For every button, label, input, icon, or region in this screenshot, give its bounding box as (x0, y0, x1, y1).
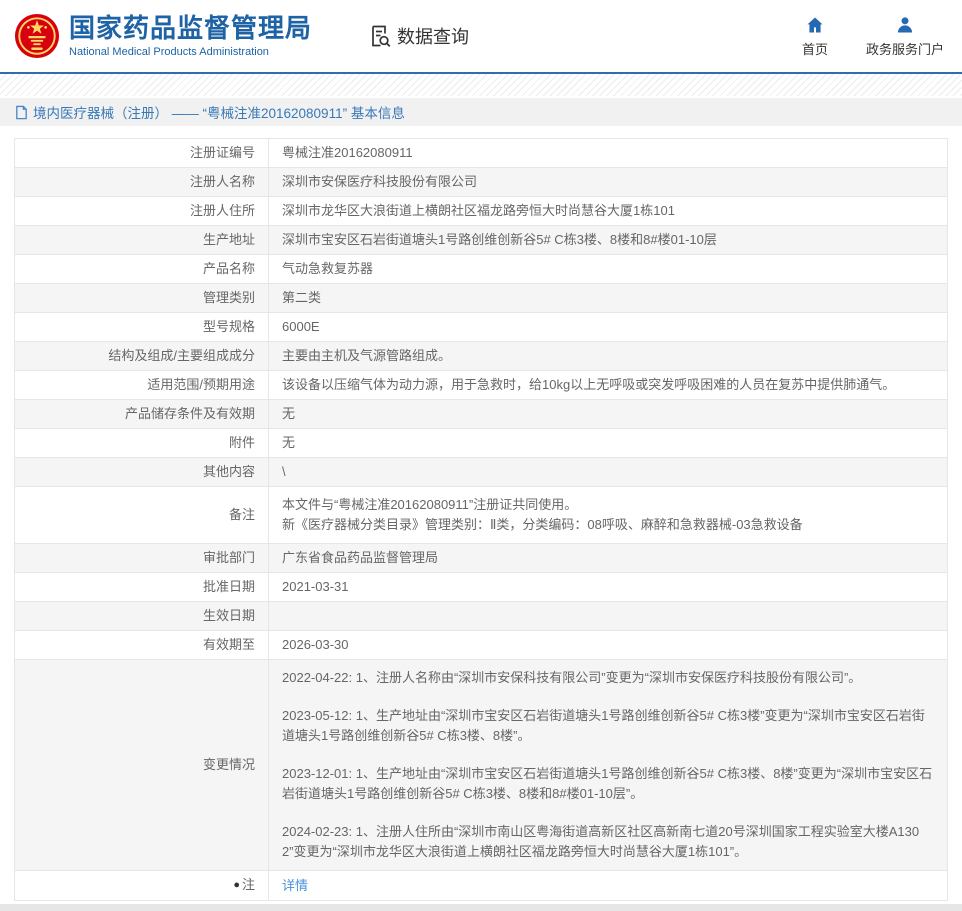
document-icon (16, 105, 27, 119)
row-label: 审批部门 (14, 543, 269, 573)
remark-line: 本文件与“粤械注准20162080911”注册证共同使用。 (282, 497, 578, 512)
row-label: ● 注 (14, 870, 269, 901)
nav-gov-portal[interactable]: 政务服务门户 (866, 15, 944, 58)
detail-link[interactable]: 详情 (282, 878, 308, 893)
row-value: 广东省食品药品监督管理局 (268, 543, 948, 573)
table-row: 结构及组成/主要组成成分 主要由主机及气源管路组成。 (14, 341, 948, 371)
row-label: 管理类别 (14, 283, 269, 313)
brand-text: 国家药品监督管理局 National Medical Products Admi… (69, 13, 313, 58)
row-label: 生效日期 (14, 601, 269, 631)
row-value: 2026-03-30 (268, 630, 948, 660)
table-row: 审批部门 广东省食品药品监督管理局 (14, 543, 948, 573)
org-name-cn: 国家药品监督管理局 (69, 13, 313, 44)
row-value: 主要由主机及气源管路组成。 (268, 341, 948, 371)
row-label: 适用范围/预期用途 (14, 370, 269, 400)
brand: 国家药品监督管理局 National Medical Products Admi… (14, 13, 312, 59)
table-row: 批准日期 2021-03-31 (14, 572, 948, 602)
table-row: 注册人住所 深圳市龙华区大浪街道上横朗社区福龙路旁恒大时尚慧谷大厦1栋101 (14, 196, 948, 226)
row-value: 气动急救复苏器 (268, 254, 948, 284)
row-label: 产品名称 (14, 254, 269, 284)
data-query-label: 数据查询 (397, 27, 470, 47)
nav-home[interactable]: 首页 (802, 15, 828, 58)
row-value (268, 601, 948, 631)
row-value: 粤械注准20162080911 (268, 138, 948, 168)
row-label: 结构及组成/主要组成成分 (14, 341, 269, 371)
table-row: 注册人名称 深圳市安保医疗科技股份有限公司 (14, 167, 948, 197)
table-row: 有效期至 2026-03-30 (14, 630, 948, 660)
row-label: 有效期至 (14, 630, 269, 660)
info-table-body: 注册证编号 粤械注准20162080911 注册人名称 深圳市安保医疗科技股份有限公司… (14, 138, 948, 901)
info-table: 注册证编号 粤械注准20162080911 注册人名称 深圳市安保医疗科技股份有限公司… (14, 138, 948, 901)
data-query-link[interactable]: 数据查询 (368, 23, 469, 49)
row-label: 生产地址 (14, 225, 269, 255)
row-label: 注册人住所 (14, 196, 269, 226)
row-label: 其他内容 (14, 457, 269, 487)
row-label: 产品储存条件及有效期 (14, 399, 269, 429)
table-row: ● 注详情 (14, 870, 948, 901)
row-label: 型号规格 (14, 312, 269, 342)
table-row: 变更情况 2022-04-22: 1、注册人名称由“深圳市安保科技有限公司”变更为… (14, 659, 948, 871)
change-record: 2023-12-01: 1、生产地址由“深圳市宝安区石岩街道塘头1号路创维创新谷… (282, 766, 933, 801)
nav-gov-portal-label: 政务服务门户 (865, 41, 944, 57)
table-row: 适用范围/预期用途 该设备以压缩气体为动力源，用于急救时，给10kg以上无呼吸或突… (14, 370, 948, 400)
user-icon (897, 16, 913, 32)
row-value: 无 (268, 428, 948, 458)
table-row: 生产地址 深圳市宝安区石岩街道塘头1号路创维创新谷5# C栋3楼、8楼和8#楼01… (14, 225, 948, 255)
org-name-en: National Medical Products Administration (69, 45, 269, 58)
row-value: 该设备以压缩气体为动力源，用于急救时，给10kg以上无呼吸或突发呼吸困难的人员在… (268, 370, 948, 400)
row-value: 本文件与“粤械注准20162080911”注册证共同使用。新《医疗器械分类目录》… (268, 486, 948, 544)
nav-home-label: 首页 (801, 41, 828, 57)
row-label: 注册人名称 (14, 167, 269, 197)
page-title: 境内医疗器械（注册） —— “粤械注准20162080911” 基本信息 (33, 106, 405, 121)
row-value: 无 (268, 399, 948, 429)
header-nav: 首页 政务服务门户 (802, 15, 944, 58)
table-row: 产品储存条件及有效期无 (14, 399, 948, 429)
row-label: 变更情况 (14, 659, 269, 871)
home-icon (807, 17, 823, 32)
row-label: 附件 (14, 428, 269, 458)
data-query-icon (372, 25, 391, 48)
row-label: 备注 (14, 486, 269, 544)
row-value: \ (268, 457, 948, 487)
row-value: 深圳市宝安区石岩街道塘头1号路创维创新谷5# C栋3楼、8楼和8#楼01-10层 (268, 225, 948, 255)
row-value: 6000E (268, 312, 948, 342)
site-header: 国家药品监督管理局 National Medical Products Admi… (0, 0, 962, 72)
row-value: 2021-03-31 (268, 572, 948, 602)
table-row: 管理类别 第二类 (14, 283, 948, 313)
change-record: 2023-05-12: 1、生产地址由“深圳市宝安区石岩街道塘头1号路创维创新谷… (282, 708, 925, 743)
hatched-strip (0, 74, 962, 96)
national-emblem-logo (14, 13, 60, 59)
table-row: 备注 本文件与“粤械注准20162080911”注册证共同使用。新《医疗器械分类目… (14, 486, 948, 544)
table-row: 产品名称 气动急救复苏器 (14, 254, 948, 284)
row-value: 深圳市安保医疗科技股份有限公司 (268, 167, 948, 197)
remark-line: 新《医疗器械分类目录》管理类别：Ⅱ类，分类编码：08呼吸、麻醉和急救器械-03急… (282, 517, 803, 532)
row-label: 批准日期 (14, 572, 269, 602)
footer-strip (0, 904, 962, 911)
row-value: 第二类 (268, 283, 948, 313)
table-row: 注册证编号 粤械注准20162080911 (14, 138, 948, 168)
page-title-bar: 境内医疗器械（注册） —— “粤械注准20162080911” 基本信息 (0, 98, 962, 126)
row-value: 2022-04-22: 1、注册人名称由“深圳市安保科技有限公司”变更为“深圳市… (268, 659, 948, 871)
table-row: 生效日期 (14, 601, 948, 631)
change-record: 2022-04-22: 1、注册人名称由“深圳市安保科技有限公司”变更为“深圳市… (282, 670, 862, 685)
note-icon: ● (233, 879, 240, 891)
row-value: 详情 (268, 870, 948, 901)
change-record: 2024-02-23: 1、注册人住所由“深圳市南山区粤海街道高新区社区高新南七… (282, 824, 920, 859)
info-table-wrap: 注册证编号 粤械注准20162080911 注册人名称 深圳市安保医疗科技股份有限公司… (14, 138, 948, 901)
row-value: 深圳市龙华区大浪街道上横朗社区福龙路旁恒大时尚慧谷大厦1栋101 (268, 196, 948, 226)
table-row: 其他内容 \ (14, 457, 948, 487)
table-row: 附件无 (14, 428, 948, 458)
row-label: 注册证编号 (14, 138, 269, 168)
table-row: 型号规格 6000E (14, 312, 948, 342)
